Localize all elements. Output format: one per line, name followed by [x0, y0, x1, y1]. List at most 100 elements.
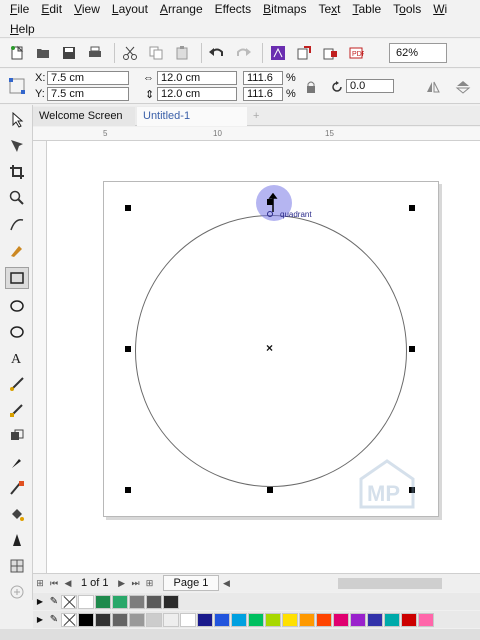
selection-handle-top-left[interactable]: [125, 205, 131, 211]
cut-icon[interactable]: [119, 42, 141, 64]
tab-welcome-screen[interactable]: Welcome Screen: [33, 107, 135, 126]
add-page-icon[interactable]: ⊞: [33, 578, 47, 589]
color-swatch[interactable]: [146, 612, 162, 627]
eyedropper-icon[interactable]: ✎: [47, 596, 61, 607]
color-swatch[interactable]: [95, 594, 111, 609]
menu-view[interactable]: View: [68, 0, 106, 19]
vertical-ruler[interactable]: [33, 141, 47, 573]
menu-effects[interactable]: Effects: [209, 0, 257, 19]
launcher-icon[interactable]: [267, 42, 289, 64]
lock-ratio-icon[interactable]: [300, 76, 322, 98]
palette-expand-icon[interactable]: ▶: [33, 615, 47, 624]
menu-arrange[interactable]: Arrange: [154, 0, 209, 19]
tab-untitled-1[interactable]: Untitled-1: [137, 107, 247, 126]
horizontal-ruler[interactable]: 5 10 15: [33, 127, 480, 141]
rotation-input[interactable]: 0.0: [346, 79, 394, 93]
menu-layout[interactable]: Layout: [106, 0, 154, 19]
scale-y-input[interactable]: 111.6: [243, 87, 283, 101]
color-swatch[interactable]: [146, 594, 162, 609]
mirror-horizontal-icon[interactable]: [422, 76, 444, 98]
selection-handle-top-right[interactable]: [409, 205, 415, 211]
crop-tool-icon[interactable]: [5, 161, 29, 183]
first-page-icon[interactable]: ⏮: [47, 578, 61, 589]
zoom-tool-icon[interactable]: [5, 187, 29, 209]
color-swatch[interactable]: [401, 612, 417, 627]
import-icon[interactable]: [293, 42, 315, 64]
color-swatch[interactable]: [112, 612, 128, 627]
last-page-icon[interactable]: ⏭: [129, 578, 143, 589]
outline-pen-icon[interactable]: [5, 529, 29, 551]
object-origin-icon[interactable]: [6, 75, 28, 97]
ellipse-tool-icon[interactable]: [5, 295, 29, 317]
color-swatch[interactable]: [350, 612, 366, 627]
no-color-swatch[interactable]: [61, 594, 77, 609]
open-icon[interactable]: [32, 42, 54, 64]
width-input[interactable]: 12.0 cm: [157, 71, 237, 85]
eyedropper-tool-icon[interactable]: [5, 451, 29, 473]
add-page-after-icon[interactable]: ⊞: [143, 578, 157, 589]
scroll-left-icon[interactable]: ◀: [219, 578, 233, 589]
mesh-fill-icon[interactable]: [5, 555, 29, 577]
color-swatch[interactable]: [299, 612, 315, 627]
page-tab[interactable]: Page 1: [162, 575, 220, 591]
text-tool-icon[interactable]: A: [5, 347, 29, 369]
menu-wi[interactable]: Wi: [427, 0, 453, 19]
selection-handle-middle-left[interactable]: [125, 346, 131, 352]
next-page-icon[interactable]: ▶: [115, 578, 129, 589]
print-icon[interactable]: [84, 42, 106, 64]
undo-icon[interactable]: [206, 42, 228, 64]
y-position-input[interactable]: 7.5 cm: [47, 87, 129, 101]
save-icon[interactable]: [58, 42, 80, 64]
color-swatch[interactable]: [197, 612, 213, 627]
polygon-tool-icon[interactable]: [5, 321, 29, 343]
menu-table[interactable]: Table: [346, 0, 387, 19]
color-swatch[interactable]: [231, 612, 247, 627]
color-swatch[interactable]: [163, 594, 179, 609]
pick-tool-icon[interactable]: [5, 109, 29, 131]
color-swatch[interactable]: [367, 612, 383, 627]
color-swatch[interactable]: [78, 594, 94, 609]
menu-file[interactable]: File: [0, 0, 35, 19]
selection-handle-bottom-middle[interactable]: [267, 487, 273, 493]
selection-handle-bottom-left[interactable]: [125, 487, 131, 493]
scale-x-input[interactable]: 111.6: [243, 71, 283, 85]
interactive-fill-icon[interactable]: [5, 477, 29, 499]
redo-icon[interactable]: [232, 42, 254, 64]
height-input[interactable]: 12.0 cm: [157, 87, 237, 101]
eyedropper-icon[interactable]: ✎: [47, 614, 61, 625]
color-swatch[interactable]: [384, 612, 400, 627]
artistic-media-icon[interactable]: [5, 239, 29, 261]
smart-fill-icon[interactable]: [5, 503, 29, 525]
publish-icon[interactable]: PDF: [345, 42, 367, 64]
export-icon[interactable]: [319, 42, 341, 64]
color-swatch[interactable]: [316, 612, 332, 627]
copy-icon[interactable]: [145, 42, 167, 64]
color-swatch[interactable]: [248, 612, 264, 627]
color-swatch[interactable]: [333, 612, 349, 627]
color-swatch[interactable]: [112, 594, 128, 609]
color-swatch[interactable]: [129, 612, 145, 627]
blend-tool-icon[interactable]: [5, 399, 29, 421]
menu-tools[interactable]: Tools: [387, 0, 427, 19]
mirror-vertical-icon[interactable]: [452, 76, 474, 98]
freehand-tool-icon[interactable]: [5, 213, 29, 235]
zoom-level-select[interactable]: 62%: [389, 43, 447, 63]
color-swatch[interactable]: [78, 612, 94, 627]
horizontal-scrollbar[interactable]: [338, 578, 442, 589]
rectangle-tool-icon[interactable]: [5, 267, 29, 289]
menu-bitmaps[interactable]: Bitmaps: [257, 0, 312, 19]
x-position-input[interactable]: 7.5 cm: [47, 71, 129, 85]
color-swatch[interactable]: [180, 612, 196, 627]
new-tab-button[interactable]: +: [247, 107, 261, 126]
transparency-tool-icon[interactable]: [5, 425, 29, 447]
no-color-swatch[interactable]: [61, 612, 77, 627]
color-swatch[interactable]: [418, 612, 434, 627]
connector-tool-icon[interactable]: [5, 373, 29, 395]
menu-help[interactable]: Help: [0, 20, 41, 39]
color-swatch[interactable]: [265, 612, 281, 627]
color-swatch[interactable]: [163, 612, 179, 627]
previous-page-icon[interactable]: ◀: [61, 578, 75, 589]
new-icon[interactable]: [6, 42, 28, 64]
menu-text[interactable]: Text: [312, 0, 346, 19]
palette-expand-icon[interactable]: ▶: [33, 597, 47, 606]
